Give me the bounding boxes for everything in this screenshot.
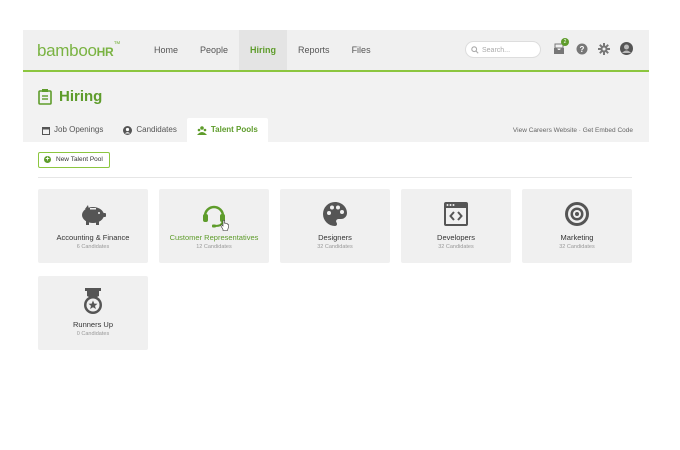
tab-talent-pools[interactable]: Talent Pools — [186, 118, 268, 142]
help-icon[interactable]: ? — [576, 42, 588, 60]
nav-people[interactable]: People — [189, 30, 239, 70]
plus-icon: + — [44, 156, 51, 163]
palette-icon — [323, 202, 347, 226]
talent-pool-count: 32 Candidates — [438, 244, 474, 250]
talent-pool-count: 0 Candidates — [76, 331, 110, 337]
tab-label: Talent Pools — [210, 125, 258, 134]
talent-pool-icon — [196, 125, 207, 135]
talent-pool-count: 32 Candidates — [559, 244, 595, 250]
nav-hiring[interactable]: Hiring — [239, 30, 288, 70]
page-header: Hiring Job Openings Candidates Talent Po… — [23, 72, 649, 142]
medal-icon — [84, 288, 102, 314]
talent-pool-card-designers[interactable]: Designers 32 Candidates — [280, 189, 390, 263]
divider — [38, 177, 632, 178]
logo-text: bamboo — [37, 41, 97, 60]
talent-pool-count: 6 Candidates — [76, 244, 110, 250]
talent-pool-name: Developers — [437, 233, 475, 242]
new-talent-pool-label: New Talent Pool — [56, 156, 103, 163]
code-window-icon — [444, 202, 468, 226]
notification-badge: 2 — [561, 38, 569, 46]
svg-text:?: ? — [580, 45, 585, 54]
talent-pool-count: 12 Candidates — [196, 244, 232, 250]
search-icon — [471, 46, 479, 54]
calendar-icon — [42, 126, 50, 135]
talent-pool-card-accounting[interactable]: Accounting & Finance 6 Candidates — [38, 189, 148, 263]
hiring-tabs: Job Openings Candidates Talent Pools — [32, 118, 268, 142]
nav-files[interactable]: Files — [341, 30, 382, 70]
user-avatar[interactable] — [620, 42, 633, 60]
gear-icon[interactable] — [598, 42, 610, 60]
nav-reports[interactable]: Reports — [287, 30, 341, 70]
tab-candidates[interactable]: Candidates — [113, 118, 186, 142]
search-placeholder: Search... — [482, 47, 511, 54]
inbox-icon[interactable]: 2 — [553, 38, 569, 60]
hand-cursor-icon — [220, 220, 229, 231]
talent-pool-count: 32 Candidates — [317, 244, 353, 250]
talent-pool-card-developers[interactable]: Developers 32 Candidates — [401, 189, 511, 263]
tab-job-openings[interactable]: Job Openings — [32, 118, 113, 142]
nav-home[interactable]: Home — [143, 30, 189, 70]
bamboohr-logo[interactable]: bambooHR™ — [37, 41, 120, 61]
search-input[interactable]: Search... — [465, 41, 541, 58]
talent-pool-name: Accounting & Finance — [56, 233, 130, 242]
app-window: bambooHR™ Home People Hiring Reports Fil… — [23, 30, 649, 360]
new-talent-pool-button[interactable]: + New Talent Pool — [38, 152, 110, 168]
main-nav: Home People Hiring Reports Files — [143, 30, 382, 70]
careers-links[interactable]: View Careers Website · Get Embed Code — [513, 127, 633, 134]
page-title: Hiring — [59, 88, 103, 105]
talent-pool-name: Customer Representatives — [169, 233, 259, 242]
hiring-icon — [38, 89, 52, 105]
talent-pool-name: Marketing — [560, 233, 594, 242]
piggy-bank-icon — [82, 205, 106, 225]
logo-hr-text: HR — [96, 45, 114, 59]
talent-pool-name: Runners Up — [72, 320, 114, 329]
talent-pool-card-marketing[interactable]: Marketing 32 Candidates — [522, 189, 632, 263]
person-icon — [123, 125, 133, 135]
tab-label: Candidates — [136, 125, 177, 134]
talent-pool-card-runners-up[interactable]: Runners Up 0 Candidates — [38, 276, 148, 350]
top-navigation-bar: bambooHR™ Home People Hiring Reports Fil… — [23, 30, 649, 72]
talent-pool-card-customer-representatives[interactable]: Customer Representatives 12 Candidates — [159, 189, 269, 263]
tab-label: Job Openings — [54, 125, 104, 134]
talent-pool-name: Designers — [318, 233, 352, 242]
logo-trademark: ™ — [113, 41, 121, 48]
target-icon — [565, 202, 589, 226]
